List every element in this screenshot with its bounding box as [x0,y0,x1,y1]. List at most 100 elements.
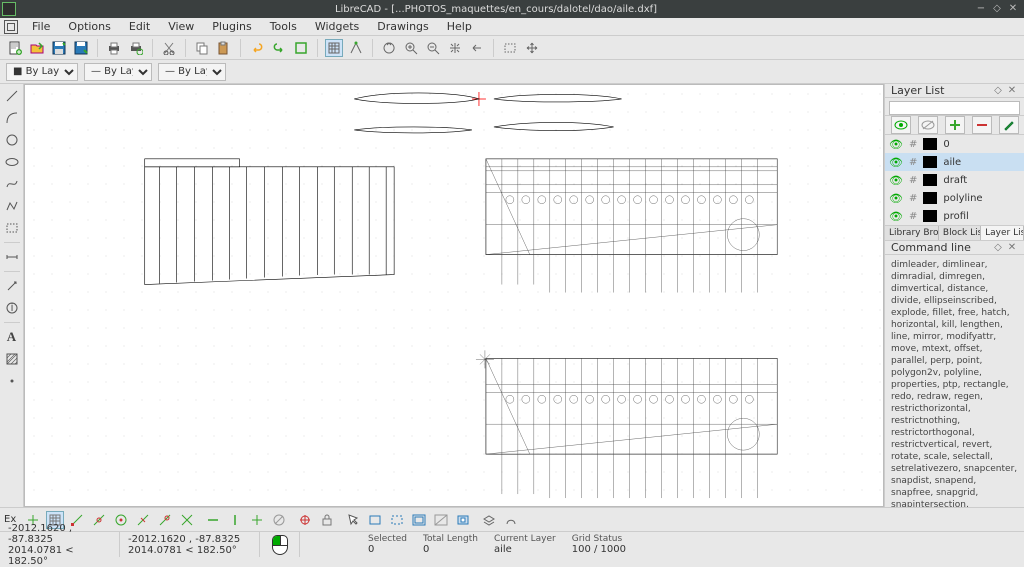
dimension-tool[interactable] [3,249,21,265]
snap-intersection-button[interactable] [178,511,196,529]
hatch-tool[interactable] [3,351,21,367]
deselect-all-button[interactable] [432,511,450,529]
cmd-undock-icon[interactable]: ◇ [992,242,1004,254]
tab-blocklist[interactable]: Block List [939,226,981,240]
zoom-redraw-button[interactable] [380,39,398,57]
grid-toggle-button[interactable] [325,39,343,57]
layer-filter-input[interactable] [889,101,1020,115]
lock-icon[interactable]: # [909,139,917,150]
relzero-lock-button[interactable] [318,511,336,529]
width-select[interactable]: — By Layer [84,63,152,81]
menu-plugins[interactable]: Plugins [204,18,259,35]
save-button[interactable] [50,39,68,57]
cad-drawing [25,85,883,507]
minimize-icon[interactable]: − [976,4,986,14]
menu-widgets[interactable]: Widgets [307,18,367,35]
ellipse-tool[interactable] [3,154,21,170]
menu-tools[interactable]: Tools [262,18,305,35]
zoom-previous-button[interactable] [468,39,486,57]
close-icon[interactable]: ✕ [1008,4,1018,14]
layer-list[interactable]: 👁#0👁#aile👁#draft👁#polyline👁#profil [885,135,1024,225]
menu-options[interactable]: Options [60,18,118,35]
select-tool[interactable] [3,220,21,236]
layer-edit-button[interactable] [999,116,1019,134]
visibility-icon[interactable]: 👁 [889,210,903,223]
select-contour-button[interactable] [502,511,520,529]
maximize-icon[interactable]: ◇ [992,4,1002,14]
menu-file[interactable]: File [24,18,58,35]
visibility-icon[interactable]: 👁 [889,192,903,205]
restrict-ortho-button[interactable] [248,511,266,529]
arc-tool[interactable] [3,110,21,126]
tab-layerlist[interactable]: Layer List [981,226,1024,240]
lock-icon[interactable]: # [909,157,917,168]
snap-center-button[interactable] [112,511,130,529]
print-button[interactable] [105,39,123,57]
layer-row-aile[interactable]: 👁#aile [885,153,1024,171]
color-select[interactable]: ■ By Layer [6,63,78,81]
layer-hideall-button[interactable] [918,116,938,134]
layer-name-label: draft [943,175,967,186]
layer-row-0[interactable]: 👁#0 [885,135,1024,153]
visibility-icon[interactable]: 👁 [889,156,903,169]
visibility-icon[interactable]: 👁 [889,174,903,187]
point-tool[interactable] [3,373,21,389]
selection-pointer-button[interactable] [344,511,362,529]
fullscreen-button[interactable] [292,39,310,57]
zoom-in-button[interactable] [402,39,420,57]
restrict-nothing-button[interactable] [270,511,288,529]
menu-help[interactable]: Help [439,18,480,35]
draft-mode-button[interactable] [347,39,365,57]
zoom-pan-button[interactable] [523,39,541,57]
layer-row-polyline[interactable]: 👁#polyline [885,189,1024,207]
panel-undock-icon[interactable]: ◇ [992,85,1004,97]
layer-row-profil[interactable]: 👁#profil [885,207,1024,225]
info-tool[interactable]: i [3,300,21,316]
select-all-button[interactable] [410,511,428,529]
restrict-vertical-button[interactable] [226,511,244,529]
layer-add-button[interactable] [945,116,965,134]
invert-selection-button[interactable] [454,511,472,529]
relzero-set-button[interactable] [296,511,314,529]
paste-button[interactable] [215,39,233,57]
menu-edit[interactable]: Edit [121,18,158,35]
snap-dist-button[interactable] [156,511,174,529]
redo-button[interactable] [270,39,288,57]
print-preview-button[interactable] [127,39,145,57]
lock-icon[interactable]: # [909,175,917,186]
menu-view[interactable]: View [160,18,202,35]
lock-icon[interactable]: # [909,193,917,204]
saveas-button[interactable] [72,39,90,57]
tab-library[interactable]: Library Bro... [885,226,939,240]
lock-icon[interactable]: # [909,211,917,222]
layer-showall-button[interactable] [891,116,911,134]
spline-tool[interactable] [3,176,21,192]
new-button[interactable] [6,39,24,57]
app-menu-icon[interactable] [4,20,18,34]
snap-middle-button[interactable] [134,511,152,529]
panel-close-icon[interactable]: ✕ [1006,85,1018,97]
menu-drawings[interactable]: Drawings [369,18,436,35]
select-layer-button[interactable] [480,511,498,529]
undo-button[interactable] [248,39,266,57]
zoom-out-button[interactable] [424,39,442,57]
layer-row-draft[interactable]: 👁 # draft [885,171,1024,189]
drawing-canvas[interactable] [24,84,884,507]
select-window-button[interactable] [366,511,384,529]
linetype-select[interactable]: — By Layer [158,63,226,81]
restrict-horizontal-button[interactable] [204,511,222,529]
open-button[interactable] [28,39,46,57]
layer-remove-button[interactable] [972,116,992,134]
cmd-close-icon[interactable]: ✕ [1006,242,1018,254]
line-tool[interactable] [3,88,21,104]
modify-tool[interactable] [3,278,21,294]
zoom-window-button[interactable] [501,39,519,57]
copy-button[interactable] [193,39,211,57]
deselect-window-button[interactable] [388,511,406,529]
polyline-tool[interactable] [3,198,21,214]
visibility-icon[interactable]: 👁 [889,138,903,151]
zoom-auto-button[interactable] [446,39,464,57]
cut-button[interactable] [160,39,178,57]
circle-tool[interactable] [3,132,21,148]
text-tool[interactable]: A [3,329,21,345]
